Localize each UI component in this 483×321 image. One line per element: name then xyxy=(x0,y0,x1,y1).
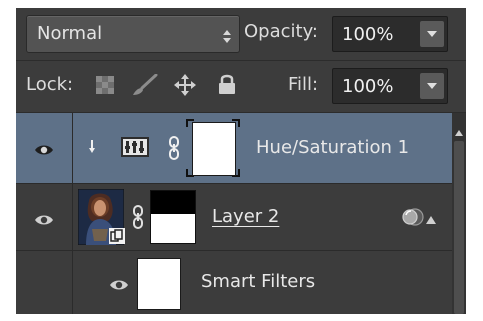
smart-filter-mask-thumbnail[interactable] xyxy=(137,258,181,310)
opacity-field[interactable]: 100% xyxy=(332,16,448,52)
chain-link-icon[interactable] xyxy=(169,136,179,164)
visibility-toggle[interactable] xyxy=(16,113,73,183)
visibility-column xyxy=(16,251,73,314)
clipping-arrow-icon xyxy=(89,139,99,158)
opacity-label: Opacity: xyxy=(244,21,318,42)
opacity-dropdown-button[interactable] xyxy=(420,21,444,47)
fill-field[interactable]: 100% xyxy=(332,68,448,104)
layers-list: Hue/Saturation 1 Layer 2 Smart Filters xyxy=(16,113,466,314)
fill-value[interactable]: 100% xyxy=(342,76,393,97)
expand-arrow-icon[interactable] xyxy=(426,211,436,230)
chevron-down-icon xyxy=(427,83,437,89)
fill-label: Fill: xyxy=(288,74,319,95)
chain-link-icon[interactable] xyxy=(133,205,143,233)
smart-filter-indicator-icon[interactable] xyxy=(402,207,424,231)
layer-row-smart-filters[interactable]: Smart Filters xyxy=(16,251,452,314)
lock-transparent-pixels-icon[interactable] xyxy=(96,76,114,98)
lock-fill-row: Lock: Fill: 100% xyxy=(16,60,466,112)
layer-name[interactable]: Smart Filters xyxy=(201,271,315,292)
blend-mode-dropdown[interactable]: Normal xyxy=(26,15,240,53)
layer-name[interactable]: Hue/Saturation 1 xyxy=(256,137,409,158)
eye-icon[interactable] xyxy=(34,141,54,160)
scroll-up-icon[interactable] xyxy=(455,121,463,140)
lock-all-icon[interactable] xyxy=(218,73,236,99)
layer-mask-thumbnail[interactable] xyxy=(150,190,196,248)
chevron-down-icon xyxy=(427,31,437,37)
layer-name[interactable]: Layer 2 xyxy=(212,206,279,227)
eye-icon[interactable] xyxy=(34,211,54,230)
eye-icon[interactable] xyxy=(109,276,129,295)
layer-mask-thumbnail[interactable] xyxy=(192,122,236,176)
lock-position-icon[interactable] xyxy=(173,73,197,101)
smart-object-badge-icon xyxy=(109,228,125,248)
layer-row-hue-saturation[interactable]: Hue/Saturation 1 xyxy=(16,113,452,183)
lock-image-pixels-icon[interactable] xyxy=(132,73,158,100)
fill-dropdown-button[interactable] xyxy=(420,73,444,99)
blend-mode-value: Normal xyxy=(37,23,103,44)
updown-arrows-icon xyxy=(223,28,231,47)
hue-saturation-adjustment-icon xyxy=(121,137,149,161)
visibility-toggle[interactable] xyxy=(16,184,73,250)
layer-row-layer-2[interactable]: Layer 2 xyxy=(16,184,452,250)
layers-panel: Normal Opacity: 100% Lock: Fill: 100% Hu… xyxy=(16,8,466,314)
scrollbar-thumb[interactable] xyxy=(454,141,464,314)
blend-opacity-row: Normal Opacity: 100% xyxy=(16,8,466,60)
lock-label: Lock: xyxy=(26,74,74,95)
layers-scrollbar[interactable] xyxy=(452,113,466,314)
opacity-value[interactable]: 100% xyxy=(342,24,393,45)
